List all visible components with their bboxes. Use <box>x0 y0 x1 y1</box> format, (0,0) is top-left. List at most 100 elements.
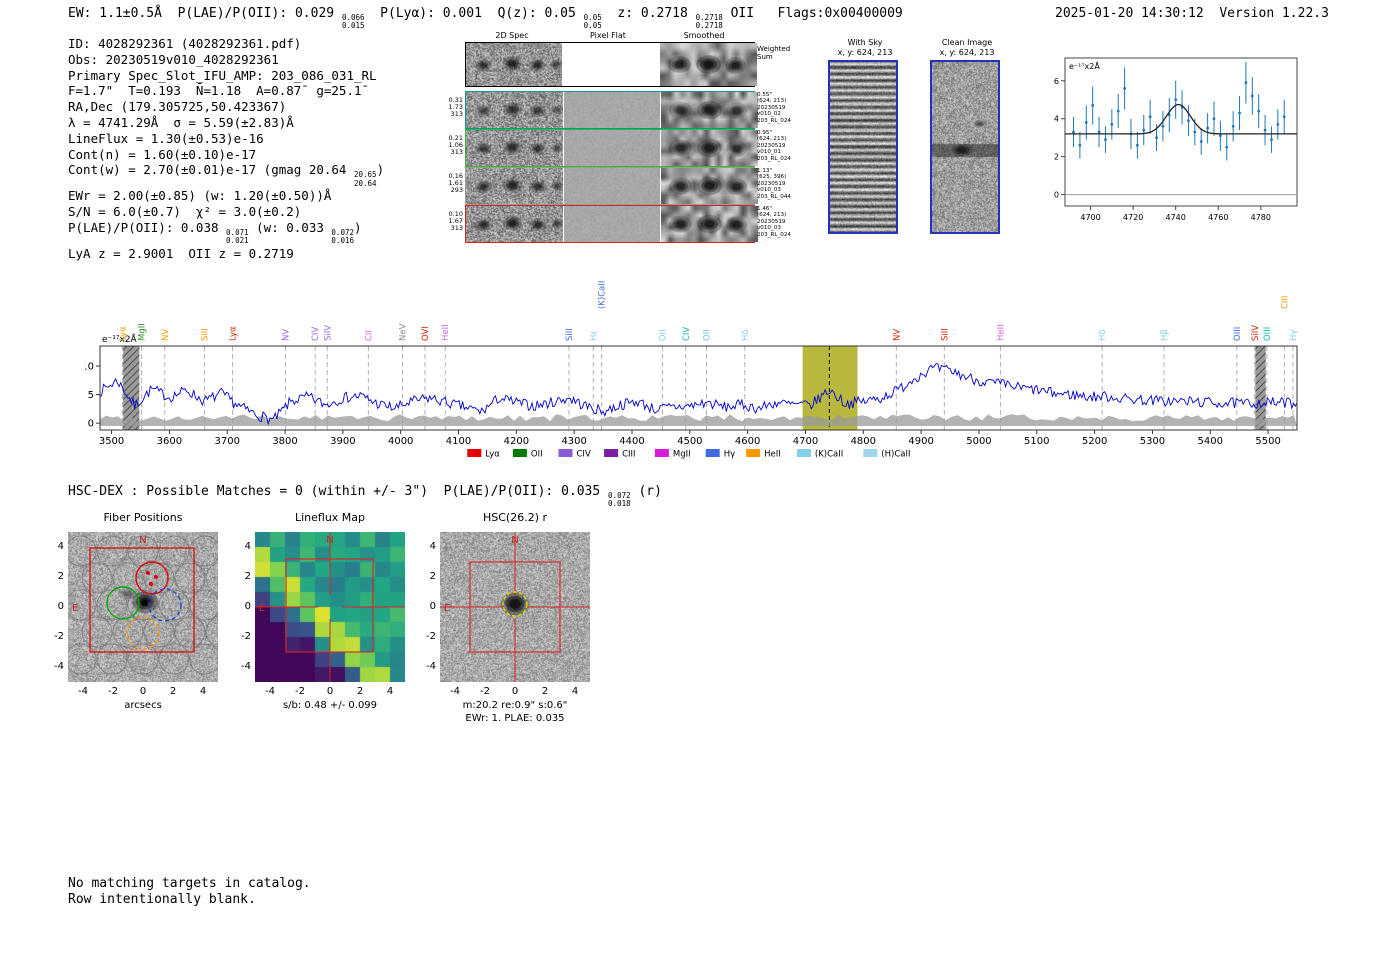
spec2d-row4-spec-image <box>466 206 563 242</box>
svg-text:OII: OII <box>703 329 713 341</box>
svg-text:4300: 4300 <box>561 436 586 447</box>
lineflux-cutout: Lineflux Map NE -4 -4 -2 -2 0 0 2 2 4 4 s/b: 0.48 +/… <box>223 505 437 720</box>
svg-text:OIII: OIII <box>1233 327 1243 341</box>
x-tick-label: -4 <box>265 686 275 697</box>
svg-text:4200: 4200 <box>504 436 529 447</box>
clean-image <box>930 60 1000 234</box>
line-fit-chart-panel: 0 2 4 6 4700 4720 4740 4760 4780 e⁻¹⁷x2Å <box>1041 50 1305 230</box>
y-tick-label: 4 <box>244 541 251 552</box>
svg-text:CIV: CIV <box>311 327 321 341</box>
y-tick-labels: 0 2 4 6 <box>1054 77 1065 200</box>
spec2d-row <box>465 205 759 243</box>
x-tick-label: 4 <box>571 686 579 697</box>
spec2d-row4-flat-image <box>563 206 661 242</box>
svg-text:3900: 3900 <box>330 436 355 447</box>
x-tick-label: -4 <box>78 686 88 697</box>
stacked-uncertainty: 0.071 0.021 <box>226 227 249 246</box>
lineflux-title: Lineflux Map <box>294 511 366 524</box>
svg-text:MgII: MgII <box>138 323 148 341</box>
spec2d-row4-smoothed-image <box>661 206 759 242</box>
spec2d-row <box>465 91 759 129</box>
svg-text:MgII: MgII <box>673 450 691 460</box>
full-spectrum-chart: 0 5 10 3500 3600 3700 3800 3900 4000 4100 4200 4300… <box>81 281 1299 460</box>
svg-text:3700: 3700 <box>214 436 239 447</box>
svg-text:4500: 4500 <box>677 436 702 447</box>
svg-text:4700: 4700 <box>1080 213 1100 222</box>
footer-note-1: No matching targets in catalog. <box>68 876 311 891</box>
svg-text:Lyα: Lyα <box>119 326 129 341</box>
svg-text:4740: 4740 <box>1165 213 1185 222</box>
svg-text:Hδ: Hδ <box>741 329 751 341</box>
spec2d-row2-smoothed-image <box>661 130 759 166</box>
info-line-7: LineFlux = 1.30(±0.53)e-16 <box>68 130 264 146</box>
info-line-2: Obs: 20230519v010_4028292361 <box>68 51 279 67</box>
info-line-11: S/N = 6.0(±0.7) χ² = 3.0(±0.2) <box>68 203 302 219</box>
svg-text:4400: 4400 <box>619 436 644 447</box>
svg-text:NV: NV <box>892 329 902 341</box>
svg-text:10: 10 <box>85 362 94 373</box>
east-label: E <box>259 603 265 614</box>
x-tick-label: 0 <box>326 686 334 697</box>
y-tick-label: 2 <box>244 571 251 582</box>
info-line-1: ID: 4028292361 (4028292361.pdf) <box>68 36 302 51</box>
svg-text:0: 0 <box>1054 191 1059 200</box>
stacked-uncertainty: 0.066 0.015 <box>341 13 365 31</box>
svg-text:4780: 4780 <box>1251 213 1271 222</box>
hsc-cutout: HSC(26.2) rNE-4-4-2-2002244m:20.2 re:0.9… <box>408 505 622 724</box>
svg-text:4000: 4000 <box>388 436 413 447</box>
spec2d-row-left-label: 0.16 1.61 293 <box>448 172 463 195</box>
footer-note-2: Row intentionally blank. <box>68 892 256 907</box>
x-tick-label: -4 <box>450 686 460 697</box>
info-line-5: RA,Dec (179.305725,50.423367) <box>68 99 287 115</box>
svg-text:CIII: CIII <box>622 450 635 460</box>
svg-text:SiII: SiII <box>565 328 575 341</box>
lineflux-xlabel: s/b: 0.48 +/- 0.099 <box>282 700 378 711</box>
with-sky-coords: x, y: 624, 213 <box>837 48 893 57</box>
spec2d-row-annotation: 1.46" (624, 213) 20230519 v010_03 203_RL_024 <box>757 206 791 238</box>
with-sky-image <box>828 60 898 234</box>
y-tick-label: -4 <box>241 661 251 672</box>
x-tick-label: 2 <box>356 686 364 697</box>
y-tick-label: -2 <box>241 631 251 642</box>
y-tick-label: 2 <box>429 571 436 582</box>
info-line-4: F=1.7" T=0.193 N̄=1.18 A=0.87̄ g=25.1̄ <box>68 83 362 99</box>
svg-text:SiIV: SiIV <box>323 325 333 341</box>
hsc-overlay: NE <box>440 532 590 682</box>
spec2d-row1-smoothed-image <box>661 92 759 128</box>
svg-text:OII: OII <box>659 329 669 341</box>
detection-info-block: ID: 4028292361 (4028292361.pdf) Obs: 2023… <box>68 36 384 261</box>
svg-text:OVI: OVI <box>421 326 431 341</box>
svg-text:Hβ: Hβ <box>1160 329 1170 341</box>
with-sky-panel: With Sky x, y: 624, 213 <box>828 38 902 234</box>
svg-text:Lyα: Lyα <box>485 450 500 460</box>
svg-text:4600: 4600 <box>735 436 760 447</box>
svg-text:4: 4 <box>1054 115 1059 124</box>
header-stats-line: EW: 1.1±0.5Å P(LAE)/P(OII): 0.029 0.066 0… <box>68 6 903 31</box>
masked-region-band <box>1255 346 1266 430</box>
hsc-title: HSC(26.2) r <box>482 511 548 524</box>
full-spectrum-panel: 0 5 10 3500 3600 3700 3800 3900 4000 4100 4200 4300… <box>81 253 1315 465</box>
x-tick-label: -2 <box>295 686 305 697</box>
y-tick-label: -2 <box>426 631 436 642</box>
spec2d-row3-flat-image <box>563 168 661 204</box>
svg-text:4800: 4800 <box>851 436 876 447</box>
spectrum-legend: Lyα OII CIV CIII MgII Hγ HeII (K)CaII (H)CaII <box>467 449 910 460</box>
info-line-3: Primary Spec_Slot_IFU_AMP: 203_086_031_R… <box>68 67 377 83</box>
svg-text:5400: 5400 <box>1198 436 1223 447</box>
svg-text:HeII: HeII <box>441 324 451 341</box>
spec2d-panel: 2D Spec Pixel Flat Smoothed Weighted Sum 0.31… <box>443 31 803 251</box>
fiber-overlay: NE <box>68 535 218 675</box>
spec2d-row3-spec-image <box>466 168 563 204</box>
svg-text:5: 5 <box>88 390 94 401</box>
svg-text:OIII: OIII <box>1263 327 1273 341</box>
spec2d-row-left-label: 0.10 1.67 313 <box>448 210 463 233</box>
svg-text:HeII: HeII <box>764 450 781 460</box>
svg-text:5300: 5300 <box>1140 436 1165 447</box>
info-line-6: λ = 4741.29Å σ = 5.59(±2.83)Å <box>68 114 294 130</box>
elixer-report-page: { "header": { "stats_segments": [ {"t":"… <box>0 0 1400 953</box>
weighted-sum-smoothed-image <box>660 43 757 86</box>
x-tick-label: 4 <box>386 686 394 697</box>
weighted-sum-flat-image <box>563 43 660 86</box>
clean-image-coords: x, y: 624, 213 <box>939 48 995 57</box>
fiber-cutout: Fiber Positions N E -4 -4 -2 -2 0 0 2 2 4 4 arcsecs <box>36 505 250 720</box>
